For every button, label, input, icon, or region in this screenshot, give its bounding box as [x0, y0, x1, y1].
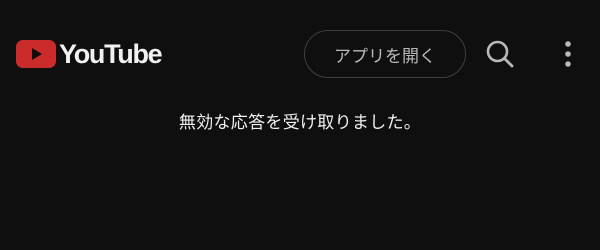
error-message: 無効な応答を受け取りました。	[178, 113, 422, 133]
search-button[interactable]	[480, 34, 520, 74]
more-options-button[interactable]	[548, 34, 588, 74]
logo-text: YouTube	[59, 39, 163, 69]
top-header: YouTube アプリを開く	[0, 0, 600, 82]
youtube-logo[interactable]: YouTube	[16, 39, 163, 69]
more-vert-icon	[565, 41, 571, 67]
open-app-button[interactable]: アプリを開く	[304, 30, 466, 78]
search-icon	[486, 40, 514, 68]
youtube-play-icon	[16, 40, 56, 68]
